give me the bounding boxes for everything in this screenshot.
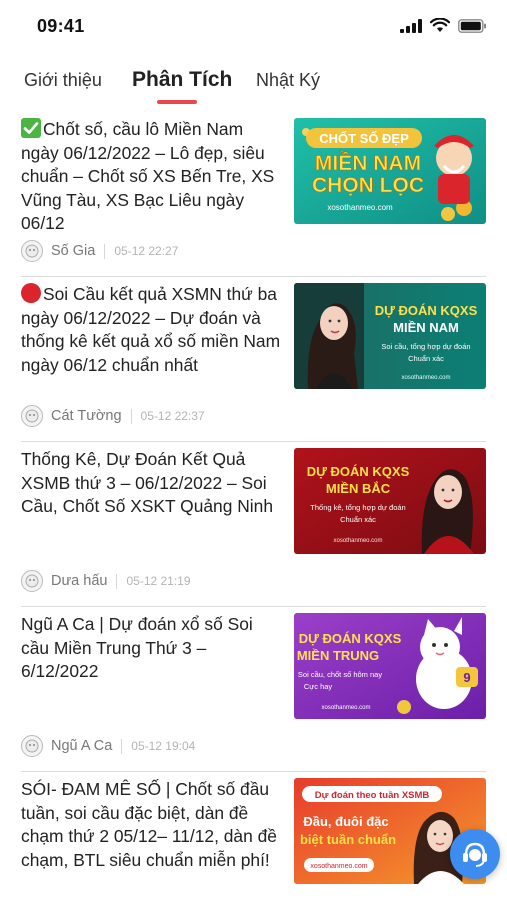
article-title[interactable]: Chốt số, cầu lô Miền Nam ngày 06/12/2022… bbox=[21, 118, 283, 236]
article-meta: Số Gia 05-12 22:27 bbox=[21, 240, 178, 262]
svg-text:xosothanmeo.com: xosothanmeo.com bbox=[321, 705, 370, 711]
article-item[interactable]: Thống Kê, Dự Đoán Kết Quả XSMB thứ 3 – 0… bbox=[21, 442, 486, 607]
article-item[interactable]: Ngũ A Ca | Dự đoán xổ số Soi cầu Miền Tr… bbox=[21, 607, 486, 772]
status-time: 09:41 bbox=[37, 16, 85, 36]
svg-text:MIỀN TRUNG: MIỀN TRUNG bbox=[297, 648, 379, 663]
avatar bbox=[21, 735, 43, 757]
svg-text:Soi cầu, chốt số hôm nay: Soi cầu, chốt số hôm nay bbox=[298, 670, 382, 679]
svg-text:Chuẩn xác: Chuẩn xác bbox=[408, 354, 444, 363]
avatar bbox=[21, 570, 43, 592]
article-thumbnail[interactable]: CHỐT SỐ ĐẸP MIỀN NAM CHỌN LỌC xosothanme… bbox=[294, 118, 486, 224]
article-item[interactable]: Soi Cầu kết quả XSMN thứ ba ngày 06/12/2… bbox=[21, 277, 486, 442]
avatar bbox=[21, 405, 43, 427]
svg-text:xosothanmeo.com: xosothanmeo.com bbox=[401, 375, 450, 381]
wifi-icon bbox=[430, 18, 450, 32]
article-meta: Ngũ A Ca 05-12 19:04 bbox=[21, 735, 195, 757]
svg-text:MIỀN BẮC: MIỀN BẮC bbox=[326, 481, 391, 496]
article-timestamp: 05-12 22:27 bbox=[114, 244, 179, 258]
article-meta: Cát Tường 05-12 22:37 bbox=[21, 405, 205, 427]
meta-divider bbox=[130, 408, 132, 424]
meta-divider bbox=[104, 243, 106, 259]
svg-text:Dự đoán theo tuần XSMB: Dự đoán theo tuần XSMB bbox=[315, 790, 430, 801]
svg-text:CHỐT SỐ ĐẸP: CHỐT SỐ ĐẸP bbox=[319, 131, 409, 146]
svg-text:Soi cầu, tổng hợp dự đoán: Soi cầu, tổng hợp dự đoán bbox=[381, 342, 470, 351]
svg-text:xosothanmeo.com: xosothanmeo.com bbox=[333, 538, 382, 544]
active-tab-indicator bbox=[157, 100, 197, 104]
svg-text:Chuẩn xác: Chuẩn xác bbox=[340, 515, 376, 524]
svg-text:xosothanmeo.com: xosothanmeo.com bbox=[327, 203, 393, 212]
article-author[interactable]: Dưa hấu bbox=[51, 573, 107, 589]
red-circle-icon bbox=[21, 283, 41, 303]
svg-text:Đầu, đuôi đặc: Đầu, đuôi đặc bbox=[303, 814, 388, 829]
status-bar: 09:41 bbox=[0, 0, 507, 56]
tab-phan-tich[interactable]: Phân Tích bbox=[132, 68, 232, 92]
svg-text:DỰ ĐOÁN KQXS: DỰ ĐOÁN KQXS bbox=[307, 464, 410, 479]
article-title[interactable]: Thống Kê, Dự Đoán Kết Quả XSMB thứ 3 – 0… bbox=[21, 448, 283, 519]
meta-divider bbox=[116, 573, 118, 589]
article-timestamp: 05-12 19:04 bbox=[131, 739, 196, 753]
article-author[interactable]: Số Gia bbox=[51, 243, 95, 259]
article-title[interactable]: SÓI- ĐAM MÊ SỐ | Chốt số đầu tuần, soi c… bbox=[21, 778, 283, 872]
svg-text:9: 9 bbox=[463, 670, 470, 685]
svg-text:MIỀN NAM: MIỀN NAM bbox=[393, 320, 459, 335]
svg-text:Cực hay: Cực hay bbox=[304, 682, 333, 691]
support-chat-button[interactable] bbox=[450, 829, 500, 879]
check-mark-icon bbox=[21, 118, 41, 138]
svg-text:xosothanmeo.com: xosothanmeo.com bbox=[310, 863, 367, 870]
svg-text:biệt tuần chuẩn: biệt tuần chuẩn bbox=[300, 832, 396, 847]
cellular-signal-icon bbox=[400, 18, 422, 33]
article-item[interactable]: SÓI- ĐAM MÊ SỐ | Chốt số đầu tuần, soi c… bbox=[21, 772, 486, 900]
article-timestamp: 05-12 22:37 bbox=[140, 409, 205, 423]
article-list: Chốt số, cầu lô Miền Nam ngày 06/12/2022… bbox=[0, 112, 507, 900]
support-agent-icon bbox=[463, 842, 487, 867]
article-thumbnail[interactable]: 9 DỰ ĐOÁN KQXS MIỀN TRUNG Soi cầu, chốt … bbox=[294, 613, 486, 719]
status-icons bbox=[400, 18, 487, 33]
battery-icon bbox=[458, 18, 486, 33]
svg-text:DỰ ĐOÁN KQXS: DỰ ĐOÁN KQXS bbox=[299, 631, 402, 646]
article-item[interactable]: Chốt số, cầu lô Miền Nam ngày 06/12/2022… bbox=[21, 112, 486, 277]
article-thumbnail[interactable]: DỰ ĐOÁN KQXS MIỀN BẮC Thống kê, tổng hợp… bbox=[294, 448, 486, 554]
tab-gioi-thieu[interactable]: Giới thiệu bbox=[24, 70, 102, 91]
tab-nhat-ky[interactable]: Nhật Ký bbox=[256, 70, 320, 91]
article-thumbnail[interactable]: DỰ ĐOÁN KQXS MIỀN NAM Soi cầu, tổng hợp … bbox=[294, 283, 486, 389]
article-author[interactable]: Ngũ A Ca bbox=[51, 738, 112, 754]
avatar bbox=[21, 240, 43, 262]
svg-text:DỰ ĐOÁN KQXS: DỰ ĐOÁN KQXS bbox=[375, 303, 478, 318]
woman-portrait-illustration bbox=[294, 283, 364, 389]
meta-divider bbox=[121, 738, 123, 754]
article-meta: Dưa hấu 05-12 21:19 bbox=[21, 570, 191, 592]
svg-text:MIỀN NAM: MIỀN NAM bbox=[315, 152, 421, 175]
article-title[interactable]: Soi Cầu kết quả XSMN thứ ba ngày 06/12/2… bbox=[21, 283, 283, 377]
article-author[interactable]: Cát Tường bbox=[51, 408, 122, 424]
tab-bar: Giới thiệu Phân Tích Nhật Ký bbox=[0, 66, 507, 110]
article-title[interactable]: Ngũ A Ca | Dự đoán xổ số Soi cầu Miền Tr… bbox=[21, 613, 283, 684]
article-timestamp: 05-12 21:19 bbox=[126, 574, 191, 588]
svg-text:Thống kê, tổng hợp dự đoán: Thống kê, tổng hợp dự đoán bbox=[310, 503, 405, 512]
svg-text:CHỌN LỌC: CHỌN LỌC bbox=[312, 174, 424, 197]
